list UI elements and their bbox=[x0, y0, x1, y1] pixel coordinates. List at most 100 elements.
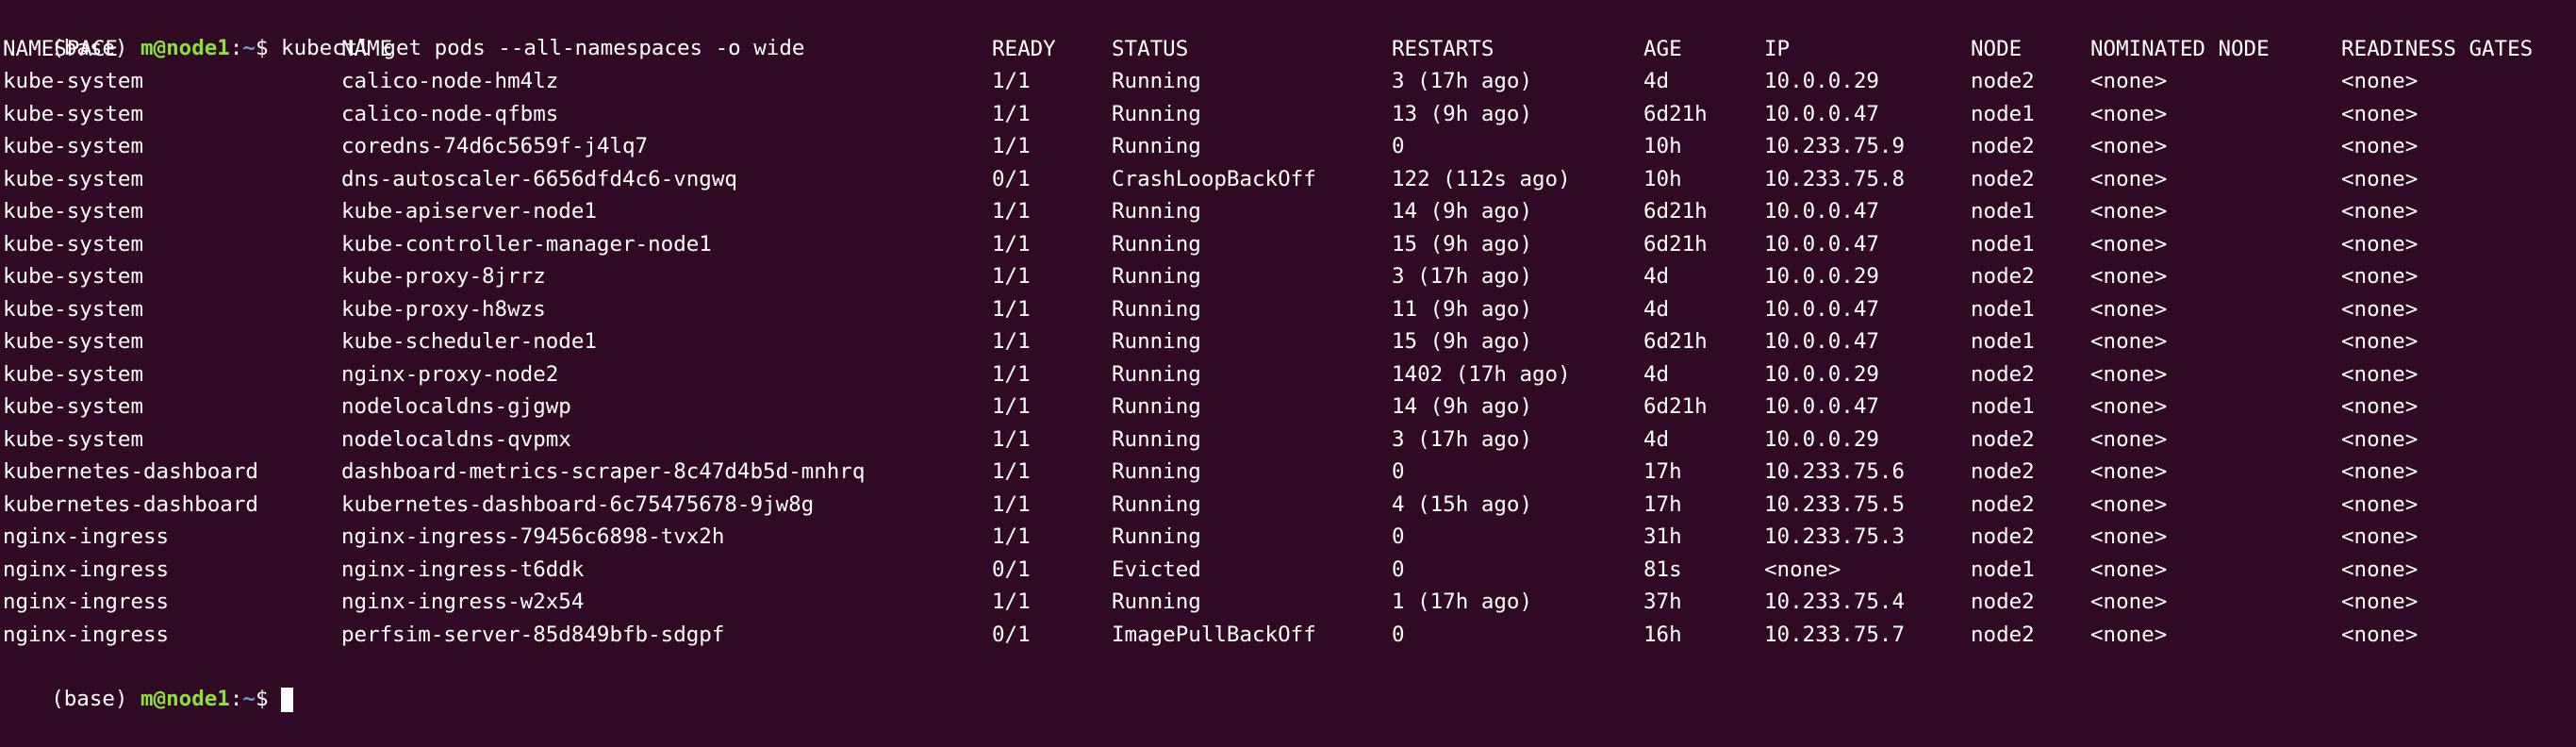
cell-nominated-node: <none> bbox=[2090, 394, 2168, 419]
cell-status: Running bbox=[1112, 589, 1201, 614]
cell-age: 6d21h bbox=[1643, 394, 1708, 419]
cell-readiness-gates: <none> bbox=[2341, 134, 2419, 158]
cell-restarts: 1 (17h ago) bbox=[1392, 589, 1533, 614]
cell-name: dashboard-metrics-scraper-8c47d4b5d-mnhr… bbox=[341, 459, 866, 484]
cell-name: calico-node-hm4lz bbox=[341, 69, 559, 93]
cell-namespace: kube-system bbox=[3, 329, 144, 354]
header-ip: IP bbox=[1764, 36, 1791, 61]
cell-readiness-gates: <none> bbox=[2341, 361, 2419, 387]
header-nominated-node: NOMINATED NODE bbox=[2090, 36, 2270, 61]
cell-name: coredns-74d6c5659f-j4lq7 bbox=[341, 134, 649, 158]
cell-restarts: 0 bbox=[1392, 556, 1405, 582]
cell-age: 81s bbox=[1643, 556, 1682, 582]
cell-age: 16h bbox=[1643, 622, 1682, 647]
cell-ip: 10.0.0.29 bbox=[1764, 264, 1879, 289]
cell-ready: 1/1 bbox=[992, 101, 1031, 126]
cell-node: node2 bbox=[1971, 491, 2035, 517]
cell-ready: 0/1 bbox=[992, 556, 1031, 582]
cell-namespace: kubernetes-dashboard bbox=[3, 459, 258, 484]
cell-restarts: 4 (15h ago) bbox=[1392, 491, 1533, 517]
cell-ip: 10.0.0.47 bbox=[1764, 231, 1879, 257]
cell-restarts: 3 (17h ago) bbox=[1392, 69, 1533, 93]
cell-ip: 10.0.0.29 bbox=[1764, 426, 1879, 452]
cell-age: 6d21h bbox=[1643, 231, 1708, 257]
table-row: kube-system calico-node-hm4lz 1/1 Running 3 … bbox=[0, 65, 2576, 97]
cell-restarts: 0 bbox=[1392, 459, 1405, 484]
cell-readiness-gates: <none> bbox=[2341, 101, 2419, 126]
cell-nominated-node: <none> bbox=[2090, 199, 2168, 224]
cell-node: node2 bbox=[1971, 426, 2035, 452]
cell-namespace: kube-system bbox=[3, 426, 144, 452]
cell-name: perfsim-server-85d849bfb-sdgpf bbox=[341, 622, 725, 647]
cell-status: Running bbox=[1112, 329, 1201, 354]
cell-node: node1 bbox=[1971, 296, 2035, 322]
cell-name: dns-autoscaler-6656dfd4c6-vngwq bbox=[341, 166, 737, 191]
cell-age: 4d bbox=[1643, 361, 1670, 387]
cell-name: nodelocaldns-qvpmx bbox=[341, 426, 571, 452]
cell-ready: 0/1 bbox=[992, 166, 1031, 191]
table-row: kube-system dns-autoscaler-6656dfd4c6-vng… bbox=[0, 163, 2576, 195]
cell-name: kube-controller-manager-node1 bbox=[341, 231, 712, 257]
cell-ready: 1/1 bbox=[992, 69, 1031, 93]
cell-node: node1 bbox=[1971, 231, 2035, 257]
cell-node: node2 bbox=[1971, 166, 2035, 191]
cell-ip: 10.233.75.5 bbox=[1764, 491, 1906, 517]
cell-namespace: kube-system bbox=[3, 394, 144, 419]
cell-name: nginx-ingress-79456c6898-tvx2h bbox=[341, 524, 725, 549]
cell-status: Running bbox=[1112, 394, 1201, 419]
cell-ready: 1/1 bbox=[992, 394, 1031, 419]
cell-readiness-gates: <none> bbox=[2341, 524, 2419, 549]
cell-readiness-gates: <none> bbox=[2341, 264, 2419, 289]
cell-nominated-node: <none> bbox=[2090, 491, 2168, 517]
cell-ip: 10.0.0.29 bbox=[1764, 69, 1879, 93]
cell-ready: 1/1 bbox=[992, 589, 1031, 614]
cell-readiness-gates: <none> bbox=[2341, 622, 2419, 647]
cell-restarts: 14 (9h ago) bbox=[1392, 394, 1533, 419]
cell-name: kube-apiserver-node1 bbox=[341, 199, 597, 224]
header-age: AGE bbox=[1643, 36, 1682, 61]
cell-ready: 1/1 bbox=[992, 459, 1031, 484]
table-row: nginx-ingress nginx-ingress-79456c6898-tv… bbox=[0, 521, 2576, 553]
cell-ip: 10.233.75.7 bbox=[1764, 622, 1906, 647]
terminal-window[interactable]: (base) m@node1:~$ kubectl get pods --all… bbox=[0, 0, 2576, 712]
cell-restarts: 0 bbox=[1392, 622, 1405, 647]
cell-age: 37h bbox=[1643, 589, 1682, 614]
table-row: kube-system nodelocaldns-qvpmx 1/1 Running 3… bbox=[0, 423, 2576, 456]
cell-ready: 1/1 bbox=[992, 361, 1031, 387]
cell-ip: 10.233.75.9 bbox=[1764, 134, 1906, 158]
current-prompt-line[interactable]: (base) m@node1:~$ bbox=[0, 651, 294, 712]
cell-namespace: kube-system bbox=[3, 134, 144, 158]
cell-age: 10h bbox=[1643, 134, 1682, 158]
cell-restarts: 3 (17h ago) bbox=[1392, 426, 1533, 452]
cell-age: 6d21h bbox=[1643, 101, 1708, 126]
cell-nominated-node: <none> bbox=[2090, 556, 2168, 582]
cell-ip: 10.0.0.29 bbox=[1764, 361, 1879, 387]
cell-status: Running bbox=[1112, 426, 1201, 452]
cell-nominated-node: <none> bbox=[2090, 69, 2168, 93]
header-namespace: NAMESPACE bbox=[3, 36, 118, 61]
cell-namespace: kubernetes-dashboard bbox=[3, 491, 258, 517]
header-status: STATUS bbox=[1112, 36, 1189, 61]
cell-nominated-node: <none> bbox=[2090, 524, 2168, 549]
cell-namespace: kube-system bbox=[3, 101, 144, 126]
cell-age: 4d bbox=[1643, 296, 1670, 322]
cell-readiness-gates: <none> bbox=[2341, 426, 2419, 452]
cell-namespace: kube-system bbox=[3, 166, 144, 191]
cell-name: kube-proxy-8jrrz bbox=[341, 264, 546, 289]
cell-restarts: 1402 (17h ago) bbox=[1392, 361, 1571, 387]
cell-restarts: 13 (9h ago) bbox=[1392, 101, 1533, 126]
cell-status: Running bbox=[1112, 199, 1201, 224]
cell-status: Running bbox=[1112, 69, 1201, 93]
cell-readiness-gates: <none> bbox=[2341, 589, 2419, 614]
cell-age: 6d21h bbox=[1643, 199, 1708, 224]
cell-ready: 1/1 bbox=[992, 296, 1031, 322]
cell-status: Running bbox=[1112, 491, 1201, 517]
cell-node: node1 bbox=[1971, 556, 2035, 582]
cell-namespace: kube-system bbox=[3, 69, 144, 93]
cell-nominated-node: <none> bbox=[2090, 622, 2168, 647]
cell-namespace: kube-system bbox=[3, 231, 144, 257]
cell-name: kubernetes-dashboard-6c75475678-9jw8g bbox=[341, 491, 815, 517]
cell-ip: 10.0.0.47 bbox=[1764, 101, 1879, 126]
cell-nominated-node: <none> bbox=[2090, 166, 2168, 191]
cell-readiness-gates: <none> bbox=[2341, 296, 2419, 322]
